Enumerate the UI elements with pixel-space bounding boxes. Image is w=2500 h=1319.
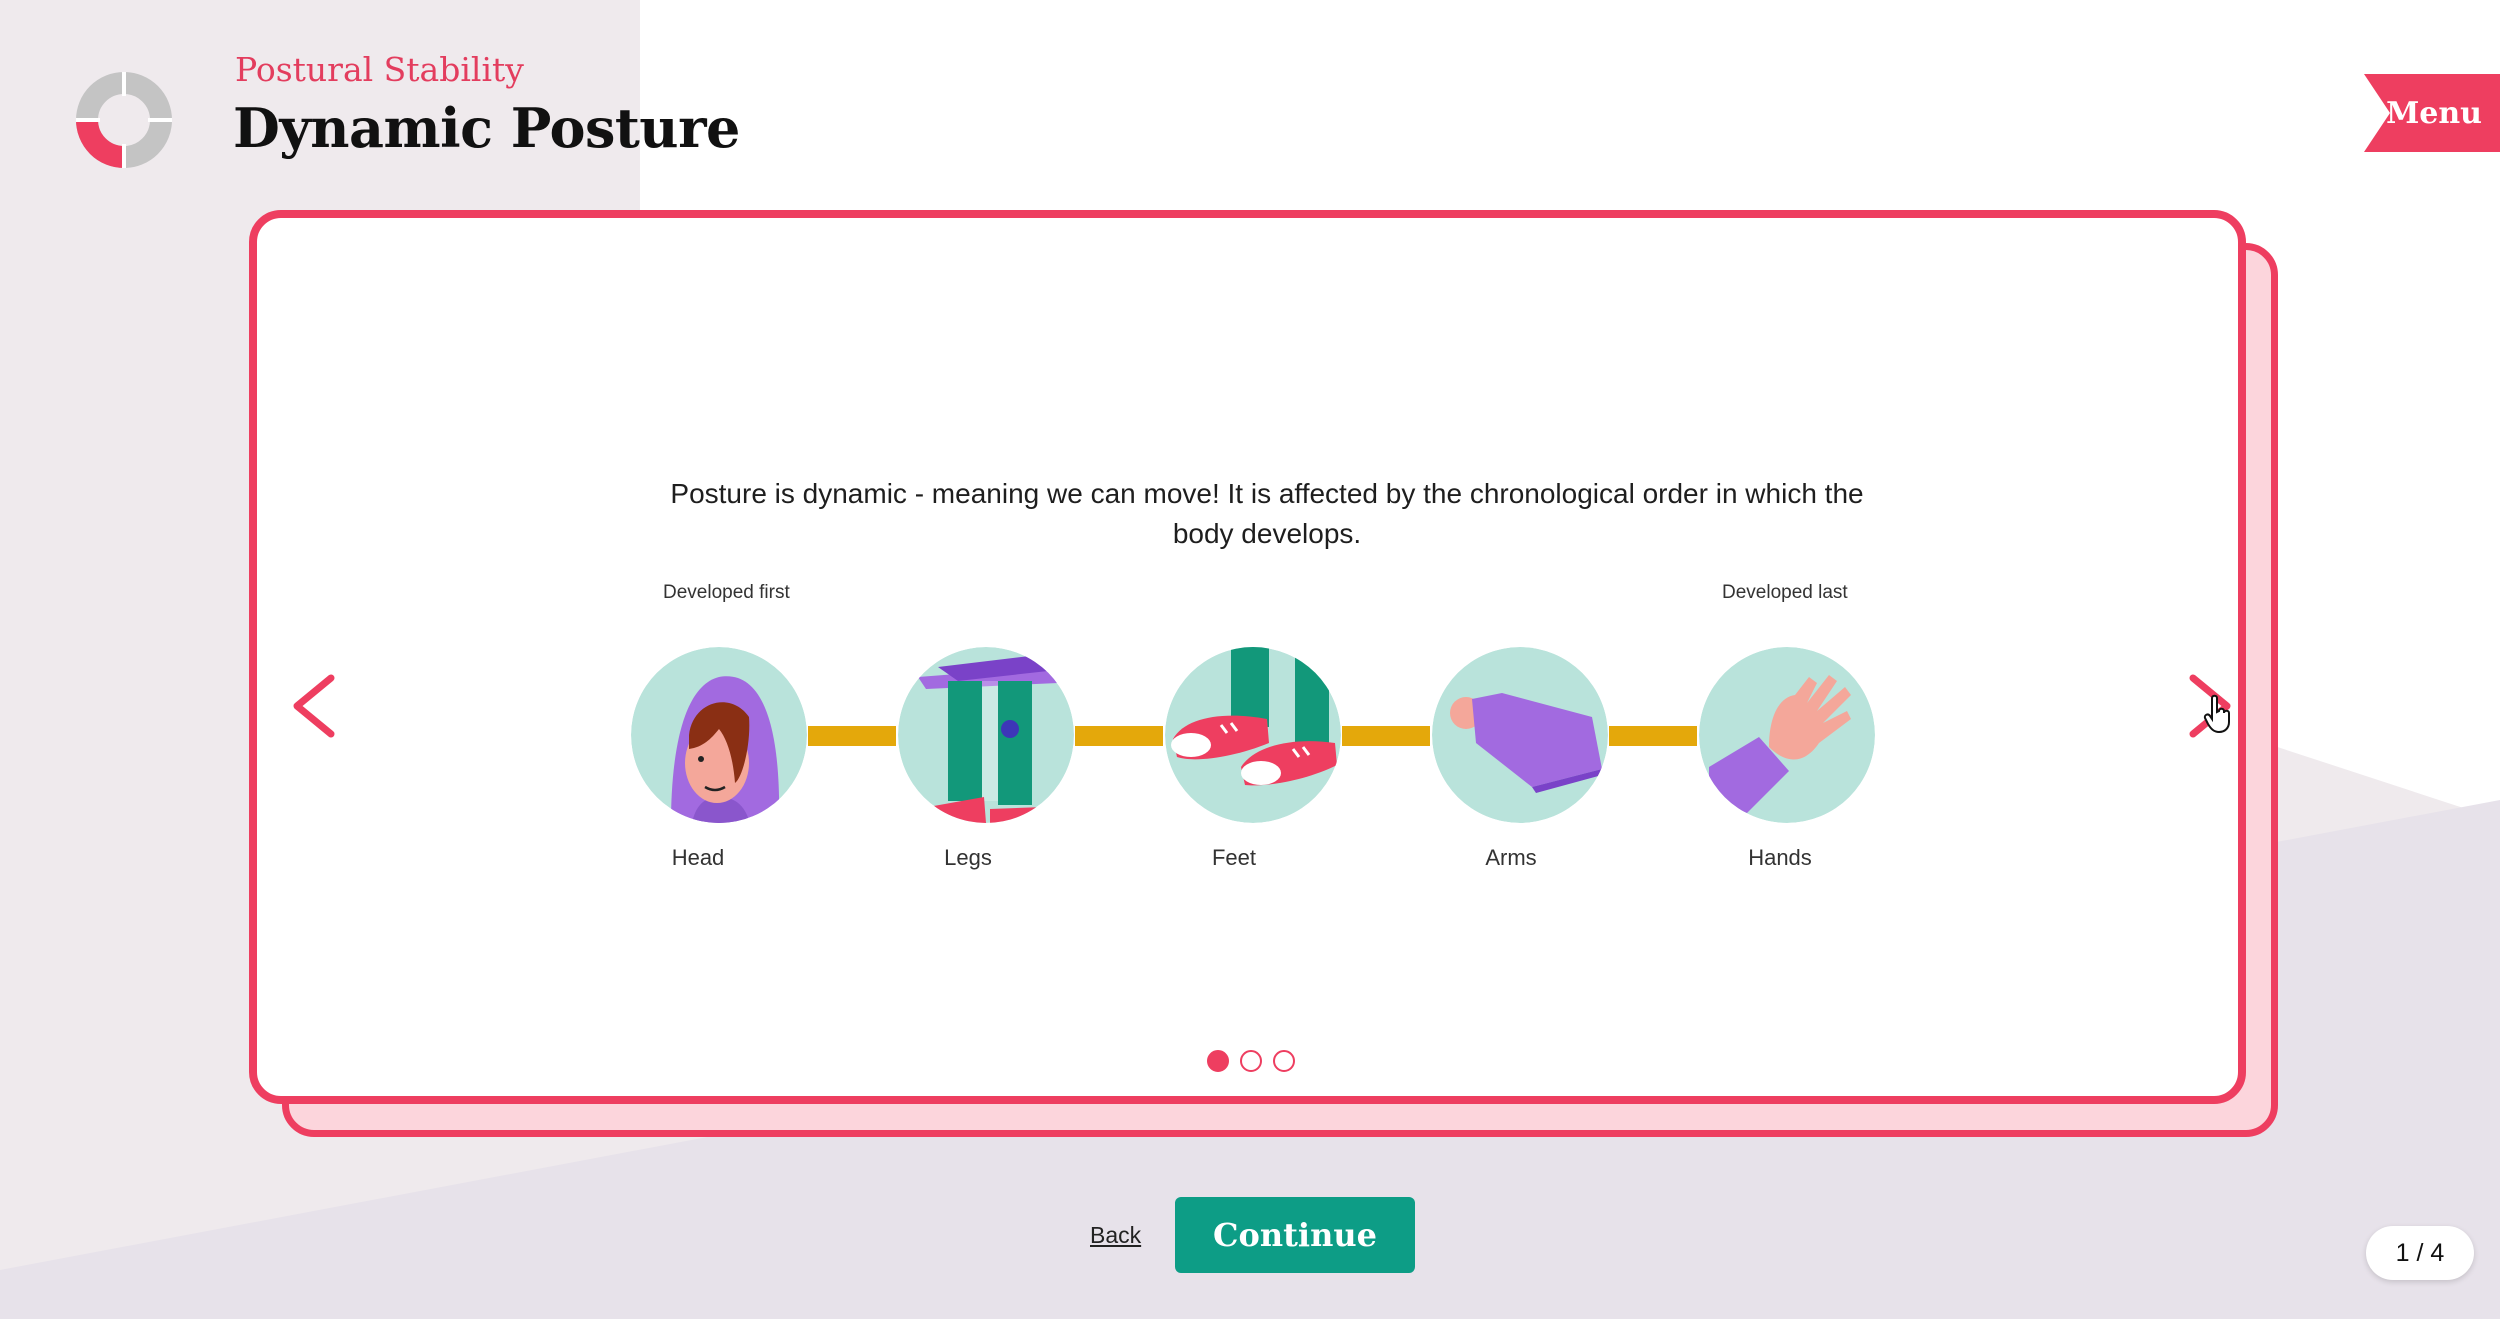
step-label-head: Head — [671, 845, 725, 870]
head-icon — [631, 647, 807, 823]
hand-cursor-icon — [2203, 694, 2230, 734]
continue-button[interactable]: Continue — [1175, 1197, 1415, 1273]
legs-icon — [898, 647, 1074, 823]
arms-icon — [1432, 647, 1608, 823]
label-developed-last: Developed last — [1722, 582, 1848, 603]
back-link[interactable]: Back — [1090, 1222, 1141, 1249]
content-card: Posture is dynamic - meaning we can move… — [249, 210, 2246, 1104]
progress-ring-icon — [76, 72, 172, 168]
timeline-connector — [1609, 726, 1697, 746]
timeline-connector — [808, 726, 896, 746]
intro-text: Posture is dynamic - meaning we can move… — [670, 478, 1864, 549]
step-label-arms: Arms — [1485, 845, 1537, 870]
hands-icon — [1699, 647, 1875, 823]
carousel-dots — [1207, 1050, 1295, 1072]
step-legs — [898, 647, 1074, 823]
step-label-hands: Hands — [1748, 845, 1812, 870]
page-title: Dynamic Posture — [233, 96, 740, 160]
step-label-legs: Legs — [944, 845, 992, 870]
step-label-feet: Feet — [1211, 845, 1257, 870]
previous-arrow-button[interactable] — [287, 666, 347, 746]
carousel-dot-1[interactable] — [1207, 1050, 1229, 1072]
step-head — [631, 647, 807, 823]
step-feet — [1165, 647, 1341, 823]
page-counter: 1 / 4 — [2366, 1226, 2474, 1280]
step-hands — [1699, 647, 1875, 823]
carousel-dot-2[interactable] — [1240, 1050, 1262, 1072]
step-arms — [1432, 647, 1608, 823]
timeline-connector — [1075, 726, 1163, 746]
chevron-left-icon — [293, 674, 335, 738]
carousel-dot-3[interactable] — [1273, 1050, 1295, 1072]
timeline-connector — [1342, 726, 1430, 746]
feet-icon — [1165, 647, 1341, 823]
section-eyebrow: Postural Stability — [235, 50, 524, 89]
label-developed-first: Developed first — [663, 582, 790, 603]
